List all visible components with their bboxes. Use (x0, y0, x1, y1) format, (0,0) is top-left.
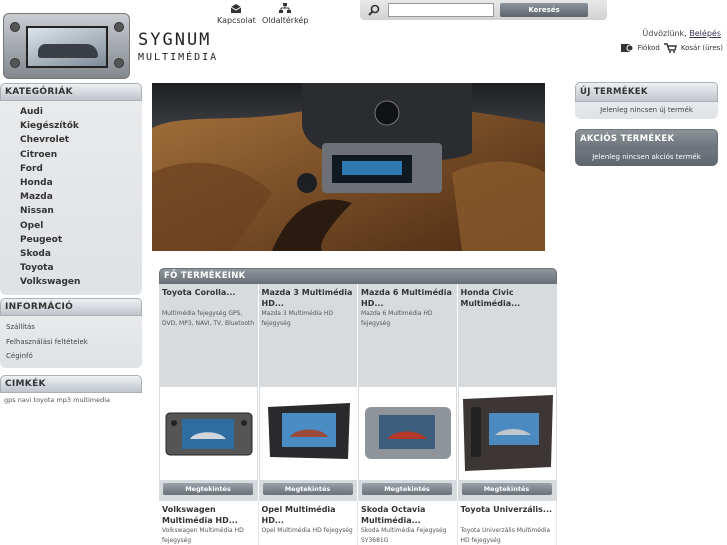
category-item[interactable]: Chevrolet (20, 133, 142, 147)
tags-box: CIMKÉK gps navi toyota mp3 multimedia (0, 375, 142, 412)
product-card: Honda Civic Multimédia... Megtekintés (458, 284, 558, 501)
category-list: Audi Kiegészítők Chevrolet Citroen Ford … (0, 101, 142, 295)
knob-icon (10, 22, 20, 32)
view-button[interactable]: Megtekintés (262, 483, 353, 495)
sitemap-link[interactable]: Oldaltérkép (262, 3, 308, 25)
product-desc: Mazda 3 Multimédia HD fejegység (261, 310, 334, 327)
category-item[interactable]: Audi (20, 105, 142, 119)
view-button[interactable]: Megtekintés (461, 483, 552, 495)
cart-icon (663, 43, 677, 53)
sitemap-link-label: Oldaltérkép (262, 16, 309, 25)
brand-name: SYGNUM (138, 30, 212, 50)
car-icon (38, 44, 98, 58)
category-item[interactable]: Opel (20, 219, 142, 233)
product-card: Opel Multimédia HD... Opel Multimédia HD… (259, 501, 358, 545)
info-item-company[interactable]: Céginfó (6, 349, 142, 364)
product-row: Toyota Corolla... Multimédia fejegység G… (159, 284, 557, 501)
info-box: INFORMÁCIÓ Szállítás Felhasználási felté… (0, 298, 142, 368)
product-card: Mazda 6 Multimédia HD... Mazda 6 Multimé… (358, 284, 458, 501)
car-interior-image (152, 83, 545, 251)
cart-link[interactable]: Kosár (üres) (681, 44, 723, 52)
product-card: Toyota Univerzális... Toyota Univerzális… (458, 501, 557, 545)
categories-title: KATEGÓRIÁK (0, 83, 142, 101)
category-item[interactable]: Kiegészítők (20, 119, 142, 133)
product-name[interactable]: Honda Civic Multimédia... (458, 284, 558, 309)
product-name[interactable]: Toyota Univerzális... (458, 501, 557, 526)
sitemap-icon (279, 3, 292, 13)
knob-icon (10, 58, 20, 68)
product-image[interactable] (160, 387, 257, 480)
tags-title: CIMKÉK (0, 375, 142, 393)
new-products-title: ÚJ TERMÉKEK (575, 82, 718, 102)
view-button[interactable]: Megtekintés (362, 483, 452, 495)
brand-logo[interactable]: SYGNUM MULTIMÉDIA (138, 30, 218, 63)
product-card: Toyota Corolla... Multimédia fejegység G… (159, 284, 259, 501)
contact-link[interactable]: Kapcsolat (217, 3, 256, 25)
search-input[interactable] (388, 3, 494, 17)
info-title: INFORMÁCIÓ (0, 298, 142, 316)
info-item-shipping[interactable]: Szállítás (6, 320, 142, 335)
category-item[interactable]: Mazda (20, 190, 142, 204)
new-products-box: ÚJ TERMÉKEK Jelenleg nincsen új termék (575, 82, 718, 119)
category-item[interactable]: Volkswagen (20, 275, 142, 289)
product-card: Mazda 3 Multimédia HD... Mazda 3 Multimé… (259, 284, 358, 501)
tags-text[interactable]: gps navi toyota mp3 multimedia (0, 393, 142, 412)
product-card: Skoda Octavia Multimédia... Skoda Multim… (358, 501, 458, 545)
welcome-text: Üdvözlünk, (642, 29, 687, 38)
new-products-text: Jelenleg nincsen új termék (575, 102, 718, 119)
category-item[interactable]: Honda (20, 176, 142, 190)
welcome-bar: Üdvözlünk, Belépés (642, 29, 721, 38)
account-icon (620, 44, 634, 52)
product-desc: Multimédia fejegység GPS, DVD, MP3, NAVI… (162, 310, 255, 327)
knob-icon (114, 58, 124, 68)
product-desc: Opel Multimédia HD fejegység (261, 527, 353, 534)
product-name[interactable]: Opel Multimédia HD... (259, 501, 358, 526)
hero-banner[interactable] (152, 83, 545, 251)
product-desc: Mazda 6 Multimédia HD fejegység (361, 310, 433, 327)
search-icon[interactable] (368, 4, 380, 16)
contact-link-label: Kapcsolat (217, 16, 256, 25)
category-item[interactable]: Toyota (20, 261, 142, 275)
product-desc (458, 309, 558, 383)
logo-device-image[interactable] (3, 13, 130, 79)
categories-box: KATEGÓRIÁK Audi Kiegészítők Chevrolet Ci… (0, 83, 142, 295)
category-item[interactable]: Skoda (20, 247, 142, 261)
product-desc: Skoda Multimédia Fejegység SY3681G (361, 527, 447, 544)
search-bar: Keresés (360, 0, 607, 20)
product-name[interactable]: Mazda 3 Multimédia HD... (259, 284, 358, 309)
search-button[interactable]: Keresés (500, 3, 588, 17)
login-link[interactable]: Belépés (689, 29, 721, 38)
info-list: Szállítás Felhasználási feltételek Cégin… (0, 316, 142, 368)
product-image[interactable] (458, 387, 556, 480)
category-item[interactable]: Ford (20, 162, 142, 176)
account-link[interactable]: Fiókod (638, 44, 660, 52)
page: SYGNUM MULTIMÉDIA Kapcsolat Oldaltérkép … (0, 0, 727, 545)
logo-screen (26, 26, 108, 68)
sale-products-box: AKCIÓS TERMÉKEK Jelenleg nincsen akciós … (575, 129, 718, 166)
category-item[interactable]: Nissan (20, 204, 142, 218)
featured-products: FŐ TERMÉKEINK Toyota Corolla... Multiméd… (159, 268, 557, 545)
product-name[interactable]: Skoda Octavia Multimédia... (358, 501, 457, 526)
product-row: Volkswagen Multimédia HD... Volkswagen M… (159, 501, 557, 545)
product-name[interactable]: Mazda 6 Multimédia HD... (358, 284, 457, 309)
product-image[interactable] (359, 387, 456, 480)
sale-products-title: AKCIÓS TERMÉKEK (575, 129, 718, 149)
envelope-icon (231, 4, 242, 13)
brand-subtitle: MULTIMÉDIA (138, 52, 219, 63)
product-image[interactable] (259, 387, 357, 480)
info-item-terms[interactable]: Felhasználási feltételek (6, 335, 142, 350)
category-item[interactable]: Peugeot (20, 233, 142, 247)
sale-products-text: Jelenleg nincsen akciós termék (575, 149, 718, 166)
featured-products-title: FŐ TERMÉKEINK (159, 268, 557, 284)
view-button[interactable]: Megtekintés (163, 483, 253, 495)
product-name[interactable]: Volkswagen Multimédia HD... (159, 501, 258, 526)
category-item[interactable]: Citroen (20, 148, 142, 162)
product-desc: Toyota Univerzális Multimédia HD fejegys… (460, 527, 551, 544)
knob-icon (114, 22, 124, 32)
account-bar: Fiókod Kosár (üres) (620, 43, 723, 53)
product-name[interactable]: Toyota Corolla... (159, 284, 258, 309)
product-card: Volkswagen Multimédia HD... Volkswagen M… (159, 501, 259, 545)
product-desc: Volkswagen Multimédia HD fejegység (162, 527, 244, 544)
